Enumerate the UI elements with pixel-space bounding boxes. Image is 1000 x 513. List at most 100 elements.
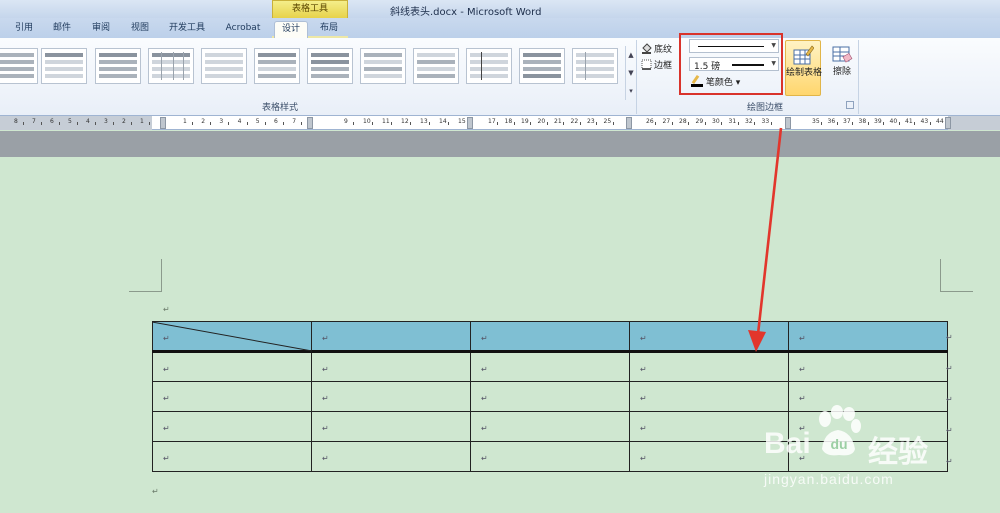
first-line-indent-marker[interactable]: [160, 117, 166, 129]
ruler-tick: [113, 122, 114, 125]
table-style-thumbnail[interactable]: [572, 48, 618, 84]
tab-references[interactable]: 引用: [10, 21, 38, 38]
horizontal-ruler[interactable]: 8 7 6 5 4 3 2 1 1 2 3 4 5 6 7 9 10 11 12 13 14 15 17 18 19 20 21 22…: [0, 116, 1000, 130]
ruler-number: 27: [662, 118, 671, 125]
cell-end-mark: ↵: [163, 424, 170, 433]
column-marker[interactable]: [785, 117, 791, 129]
more-styles-icon[interactable]: ▾: [626, 82, 636, 100]
ruler-number: 40: [889, 118, 898, 125]
table-cell[interactable]: ↵: [311, 441, 471, 472]
table-cell[interactable]: ↵: [311, 381, 471, 412]
ruler-tick: [596, 122, 597, 125]
table-cell[interactable]: ↵: [788, 321, 948, 353]
table-cell[interactable]: ↵: [470, 321, 630, 353]
tab-review[interactable]: 审阅: [86, 21, 116, 38]
scroll-up-icon[interactable]: ▲: [626, 46, 636, 64]
pen-color-button[interactable]: 笔颜色 ▾: [691, 74, 740, 88]
table-styles-group-label: 表格样式: [262, 103, 299, 113]
ruler-number: 10: [363, 118, 371, 125]
table-style-thumbnail[interactable]: [466, 48, 512, 84]
ruler-number: 32: [745, 118, 753, 125]
ruler-number: 43: [920, 118, 929, 125]
tab-view[interactable]: 视图: [125, 21, 155, 38]
ruler-tick: [655, 122, 656, 125]
scroll-down-icon[interactable]: ▼: [626, 64, 636, 82]
table-style-thumbnail[interactable]: [307, 48, 353, 84]
table-cell[interactable]: ↵: [152, 411, 312, 442]
gallery-scroll[interactable]: ▲ ▼ ▾: [625, 46, 636, 100]
table-cell[interactable]: ↵: [470, 381, 630, 412]
table-cell[interactable]: ↵: [311, 351, 471, 382]
cell-end-mark: ↵: [481, 334, 488, 343]
table-style-thumbnail[interactable]: [41, 48, 87, 84]
line-weight-dropdown[interactable]: 1.5 磅 ▼: [689, 57, 779, 72]
table-cell[interactable]: ↵: [152, 381, 312, 412]
table-cell[interactable]: ↵: [470, 411, 630, 442]
row-end-mark: ↵: [946, 457, 953, 466]
cell-end-mark: ↵: [322, 454, 329, 463]
cell-end-mark: ↵: [640, 334, 647, 343]
ruler-tick: [867, 122, 869, 125]
tab-developer[interactable]: 开发工具: [164, 21, 210, 38]
column-marker[interactable]: [626, 117, 632, 129]
table-cell[interactable]: ↵: [152, 351, 312, 382]
ruler-tick: [721, 122, 722, 125]
table-cell[interactable]: ↵: [311, 411, 471, 442]
ruler-number: 21: [554, 118, 562, 125]
cell-end-mark: ↵: [799, 334, 806, 343]
ruler-shadow: [0, 131, 1000, 157]
tab-mailings[interactable]: 邮件: [47, 21, 77, 38]
ruler-number: 20: [537, 118, 546, 125]
ruler-number: 3: [104, 118, 108, 125]
tab-acrobat[interactable]: Acrobat: [218, 21, 268, 38]
pen-color-label: 笔颜色: [705, 78, 733, 88]
ruler-tick: [546, 122, 548, 125]
table-style-thumbnail[interactable]: [360, 48, 406, 84]
shading-button[interactable]: 底纹: [641, 42, 672, 58]
eraser-icon: [831, 43, 853, 65]
table-style-thumbnail[interactable]: [0, 48, 38, 84]
table-cell[interactable]: ↵: [470, 351, 630, 382]
column-marker[interactable]: [307, 117, 313, 129]
cell-end-mark: ↵: [481, 454, 488, 463]
ruler-number: 5: [255, 118, 260, 125]
table-style-thumbnail[interactable]: [201, 48, 247, 84]
table-cell[interactable]: ↵: [470, 441, 630, 472]
table-cell[interactable]: ↵: [311, 321, 471, 353]
table-style-thumbnail[interactable]: [95, 48, 141, 84]
ruler-number: 9: [344, 118, 348, 125]
tab-design[interactable]: 设计: [274, 21, 308, 38]
dialog-launcher-icon[interactable]: [846, 101, 854, 109]
ruler-tick: [246, 122, 248, 125]
tab-layout[interactable]: 布局: [312, 21, 346, 38]
borders-button[interactable]: 边框: [641, 58, 672, 74]
ruler-number: 31: [728, 118, 737, 125]
cell-end-mark: ↵: [481, 424, 488, 433]
table-style-thumbnail[interactable]: [413, 48, 459, 84]
ruler-number: 2: [122, 118, 126, 125]
column-marker[interactable]: [467, 117, 473, 129]
ruler-tick: [883, 122, 884, 125]
ruler-number: 39: [874, 118, 882, 125]
draw-table-button[interactable]: 绘制表格: [785, 40, 822, 96]
ruler-tick: [671, 122, 673, 125]
right-indent-marker[interactable]: [945, 117, 951, 129]
table-cell[interactable]: ↵: [629, 321, 789, 353]
ruler-tick: [283, 122, 284, 125]
ruler-tick: [410, 122, 411, 125]
table-cell[interactable]: ↵: [629, 351, 789, 382]
ruler-tick: [77, 122, 78, 125]
table-style-thumbnail[interactable]: [519, 48, 565, 84]
line-style-dropdown[interactable]: ▼: [689, 39, 779, 53]
ruler-number: 26: [646, 118, 654, 125]
borders-label: 边框: [654, 61, 673, 71]
eraser-button[interactable]: 擦除: [824, 40, 860, 96]
table-style-thumbnail[interactable]: [254, 48, 300, 84]
table-cell[interactable]: ↵: [152, 441, 312, 472]
ruler-number: 15: [458, 118, 466, 125]
table-cell[interactable]: ↵: [788, 351, 948, 382]
dropdown-arrow-icon: ▼: [771, 42, 776, 49]
table-style-thumbnail[interactable]: [148, 48, 194, 84]
ruler-number: 37: [843, 118, 851, 125]
row-end-mark: ↵: [946, 364, 953, 373]
